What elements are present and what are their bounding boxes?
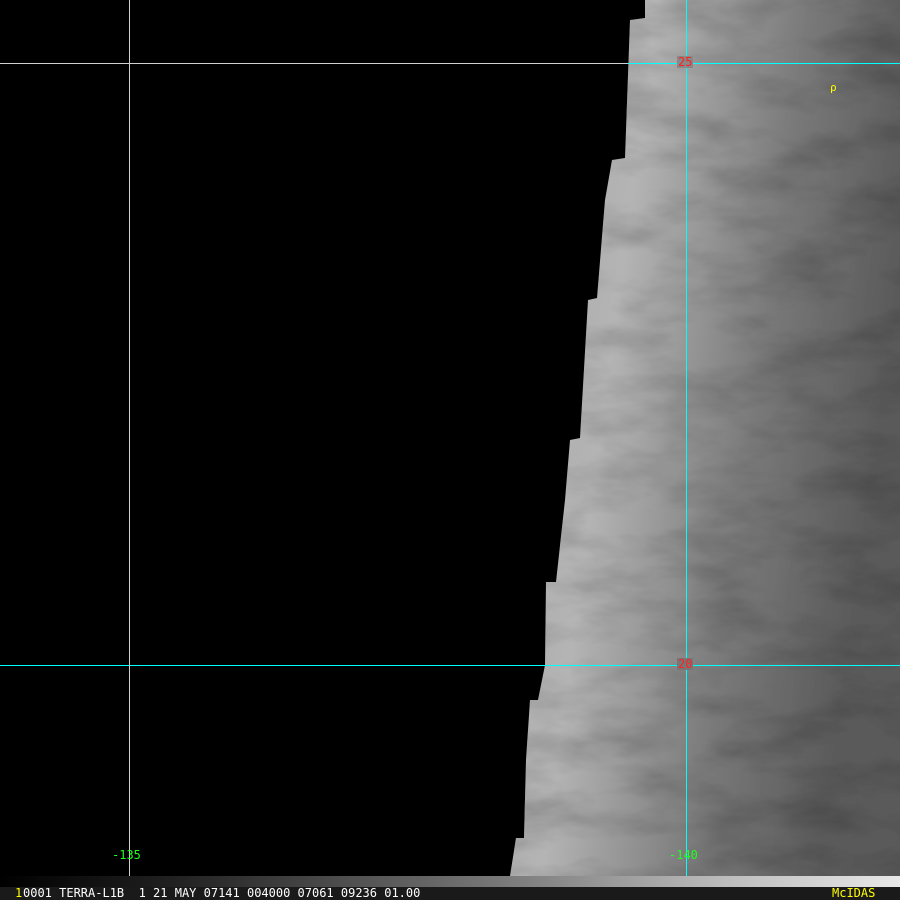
lat-label-25: 25: [677, 55, 694, 69]
image-info-line: 0001 TERRA-L1B 1 21 MAY 07141 004000 070…: [23, 886, 421, 900]
frame-number: 1: [15, 886, 23, 900]
lon-label-135: -135: [112, 848, 141, 862]
lon-label-140: -140: [669, 848, 698, 862]
lat-label-20: 20: [677, 657, 694, 671]
swath-edge: [510, 0, 900, 876]
mcidas-brand: McIDAS: [832, 886, 876, 900]
satellite-imagery: [0, 0, 900, 887]
storm-marker-icon: ρ: [830, 81, 837, 94]
status-bar: 1 0001 TERRA-L1B 1 21 MAY 07141 004000 07…: [0, 887, 900, 900]
satellite-image-display: 25 20 -135 -140 ρ 1 0001 TERRA-L1B 1 21 M…: [0, 0, 900, 900]
